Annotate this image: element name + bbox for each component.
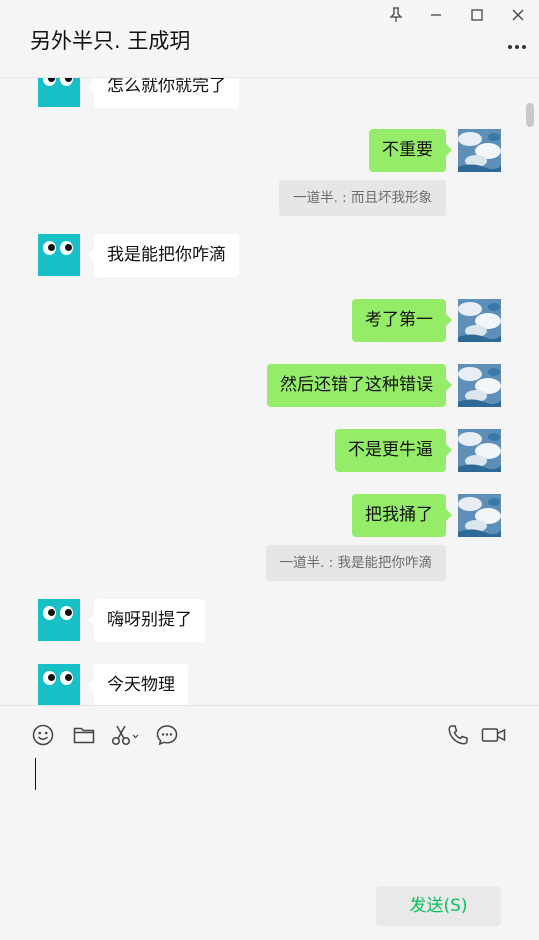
my-avatar[interactable] <box>458 494 501 537</box>
message-bubble[interactable]: 不是更牛逼 <box>335 429 452 472</box>
video-camera-icon <box>481 728 506 742</box>
message-bubble[interactable]: 怎么就你就完了 <box>88 78 239 108</box>
voice-call-button[interactable] <box>445 722 471 748</box>
message-bubble[interactable]: 我是能把你咋滴 <box>88 234 239 277</box>
file-button[interactable] <box>71 722 97 748</box>
message-bubble[interactable]: 考了第一 <box>352 299 452 342</box>
emoji-button[interactable] <box>30 722 56 748</box>
video-call-button[interactable] <box>480 722 508 748</box>
my-avatar[interactable] <box>458 299 501 342</box>
chat-header: 另外半只. 王成玥 <box>0 0 539 78</box>
maximize-icon <box>471 9 483 21</box>
screenshot-button[interactable] <box>110 722 140 748</box>
close-button[interactable] <box>505 4 531 26</box>
pin-icon <box>389 7 403 22</box>
my-avatar[interactable] <box>458 429 501 472</box>
contact-avatar[interactable] <box>38 664 80 705</box>
message-bubble[interactable]: 然后还错了这种错误 <box>267 364 452 407</box>
emoji-icon <box>32 724 54 746</box>
minimize-icon <box>431 14 441 16</box>
message-bubble[interactable]: 不重要 <box>369 129 452 172</box>
close-icon <box>512 9 524 21</box>
message-bubble[interactable]: 今天物理 <box>88 664 188 705</box>
message-bubble[interactable]: 嗨呀别提了 <box>88 599 205 642</box>
more-options-button[interactable] <box>505 36 529 58</box>
quoted-reply[interactable]: 一道半. : 我是能把你咋滴 <box>265 545 446 581</box>
contact-avatar[interactable] <box>38 234 80 276</box>
message-list[interactable]: 怎么就你就完了 不重要 一道半. : 而且坏我形象 我是能把你咋滴 考了第一 然… <box>0 78 539 705</box>
maximize-button[interactable] <box>464 4 490 26</box>
pin-button[interactable] <box>383 4 409 26</box>
phone-icon <box>448 725 468 745</box>
folder-icon <box>73 727 95 744</box>
my-avatar[interactable] <box>458 129 501 172</box>
message-bubble[interactable]: 把我捅了 <box>352 494 452 537</box>
minimize-button[interactable] <box>423 4 449 26</box>
chat-window: 另外半只. 王成玥 怎么就你就完了 不重要 一道半.: 而且坏我形象 我是能把… <box>0 0 539 940</box>
scrollbar-thumb[interactable] <box>526 103 534 127</box>
contact-avatar[interactable] <box>38 78 80 107</box>
chat-title: 另外半只. 王成玥 <box>30 29 191 53</box>
more-dots-icon <box>508 45 526 49</box>
send-button[interactable]: 发送(S) <box>376 886 501 926</box>
contact-avatar[interactable] <box>38 599 80 641</box>
chat-bubble-icon <box>156 725 178 746</box>
message-input[interactable] <box>30 754 510 874</box>
quoted-reply[interactable]: 一道半. : 而且坏我形象 <box>279 180 446 216</box>
my-avatar[interactable] <box>458 364 501 407</box>
composer: 发送(S) <box>0 705 539 940</box>
chat-history-button[interactable] <box>154 722 180 748</box>
scissors-icon <box>111 725 139 746</box>
